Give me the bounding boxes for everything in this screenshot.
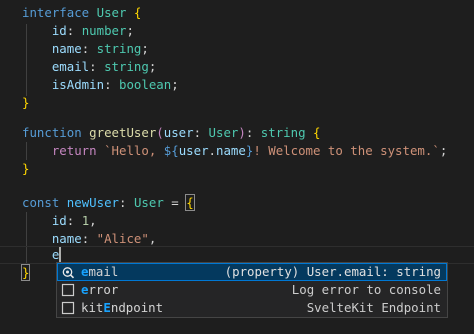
property-icon [61, 265, 75, 279]
comma: , [148, 231, 157, 246]
property-type: string [104, 59, 149, 74]
code-line-8[interactable]: function greetUser(user: User): string { [22, 124, 321, 142]
property-name: email [51, 59, 90, 74]
keyword-return: return [51, 143, 97, 158]
code-line-12[interactable]: const newUser: User = { [22, 194, 195, 212]
template-tick: ` [432, 143, 440, 158]
semicolon: ; [439, 143, 448, 158]
suggestion-widget[interactable]: email (property) User.email: string erro… [56, 262, 448, 318]
function-name: greetUser [89, 125, 157, 140]
dot: . [208, 143, 216, 158]
colon: : [66, 213, 75, 228]
code-editor[interactable]: interface User { id: number; name: strin… [0, 0, 474, 334]
param-type: User [208, 125, 239, 140]
code-line-4[interactable]: email: string; [22, 58, 156, 76]
property-name: name [51, 231, 82, 246]
code-line-5[interactable]: isAdmin: boolean; [22, 76, 179, 94]
semicolon: ; [126, 23, 134, 38]
code-line-1[interactable]: interface User { [22, 4, 141, 22]
semicolon: ; [141, 41, 149, 56]
colon: : [104, 77, 112, 92]
keyword-function: function [22, 125, 82, 140]
code-line-16[interactable]: } [20, 264, 31, 282]
suggestion-rest: ndpoint [110, 300, 164, 315]
suggestion-label: kitEndpoint [81, 299, 307, 317]
open-paren: ( [156, 125, 164, 140]
property-name: name [51, 41, 82, 56]
type-name: User [96, 5, 127, 20]
code-line-3[interactable]: name: string; [22, 40, 149, 58]
snippet-icon [61, 283, 75, 297]
string-value: "Alice" [96, 231, 149, 246]
code-line-2[interactable]: id: number; [22, 22, 134, 40]
suggestion-item-error[interactable]: error Log error to console [57, 281, 447, 299]
semicolon: ; [148, 59, 157, 74]
suggestion-match: E [103, 300, 111, 315]
keyword-const: const [22, 195, 60, 210]
property-type: boolean [119, 77, 172, 92]
open-brace: { [313, 125, 321, 140]
template-text: ! Welcome to the system. [253, 143, 433, 158]
template-tick: ` [104, 143, 112, 158]
colon: : [81, 41, 90, 56]
open-brace: { [133, 5, 142, 20]
colon: : [81, 231, 90, 246]
colon: : [66, 23, 75, 38]
suggestion-rest: rror [88, 282, 119, 297]
code-line-10[interactable]: } [22, 160, 29, 178]
field-name: name [216, 143, 246, 158]
code-line-6[interactable]: } [22, 94, 29, 112]
template-text: Hello, [111, 143, 164, 158]
text-cursor [59, 247, 62, 262]
property-type: number [81, 23, 127, 38]
colon: : [119, 195, 127, 210]
variable-type: User [133, 195, 164, 210]
semicolon: ; [171, 77, 179, 92]
suggestion-prefix: kit [81, 300, 104, 315]
close-brace: } [22, 161, 30, 176]
interpolation-open: ${ [163, 143, 179, 158]
snippet-icon [61, 301, 75, 315]
property-name: isAdmin [51, 77, 105, 92]
colon: : [193, 125, 202, 140]
colon: : [89, 59, 97, 74]
suggestion-item-kitendpoint[interactable]: kitEndpoint SvelteKit Endpoint [57, 299, 447, 317]
comma: , [89, 213, 97, 228]
code-line-9[interactable]: return `Hello, ${user.name}! Welcome to … [22, 142, 447, 160]
suggestion-label: email [81, 263, 225, 281]
variable-name: newUser [66, 195, 119, 210]
object-name: user [178, 143, 209, 158]
suggestion-label: error [81, 281, 292, 299]
suggestion-item-email[interactable]: email (property) User.email: string [57, 263, 447, 281]
property-name: id [51, 23, 67, 38]
close-brace-matched: } [20, 264, 31, 281]
suggestion-detail: (property) User.email: string [224, 264, 441, 279]
property-type: string [96, 41, 142, 56]
equals: = [171, 195, 179, 210]
open-brace-matched: { [185, 194, 195, 211]
property-name: id [51, 213, 67, 228]
suggestion-rest: mail [88, 264, 119, 279]
return-type: string [260, 125, 306, 140]
colon: : [245, 125, 254, 140]
suggestion-detail: Log error to console [291, 282, 441, 297]
suggestion-detail: SvelteKit Endpoint [306, 300, 441, 315]
close-paren: ) [238, 125, 246, 140]
code-line-13[interactable]: id: 1, [22, 212, 97, 230]
keyword-interface: interface [22, 5, 90, 20]
close-brace: } [22, 95, 30, 110]
param-name: user [163, 125, 194, 140]
typed-text: e [51, 247, 60, 262]
